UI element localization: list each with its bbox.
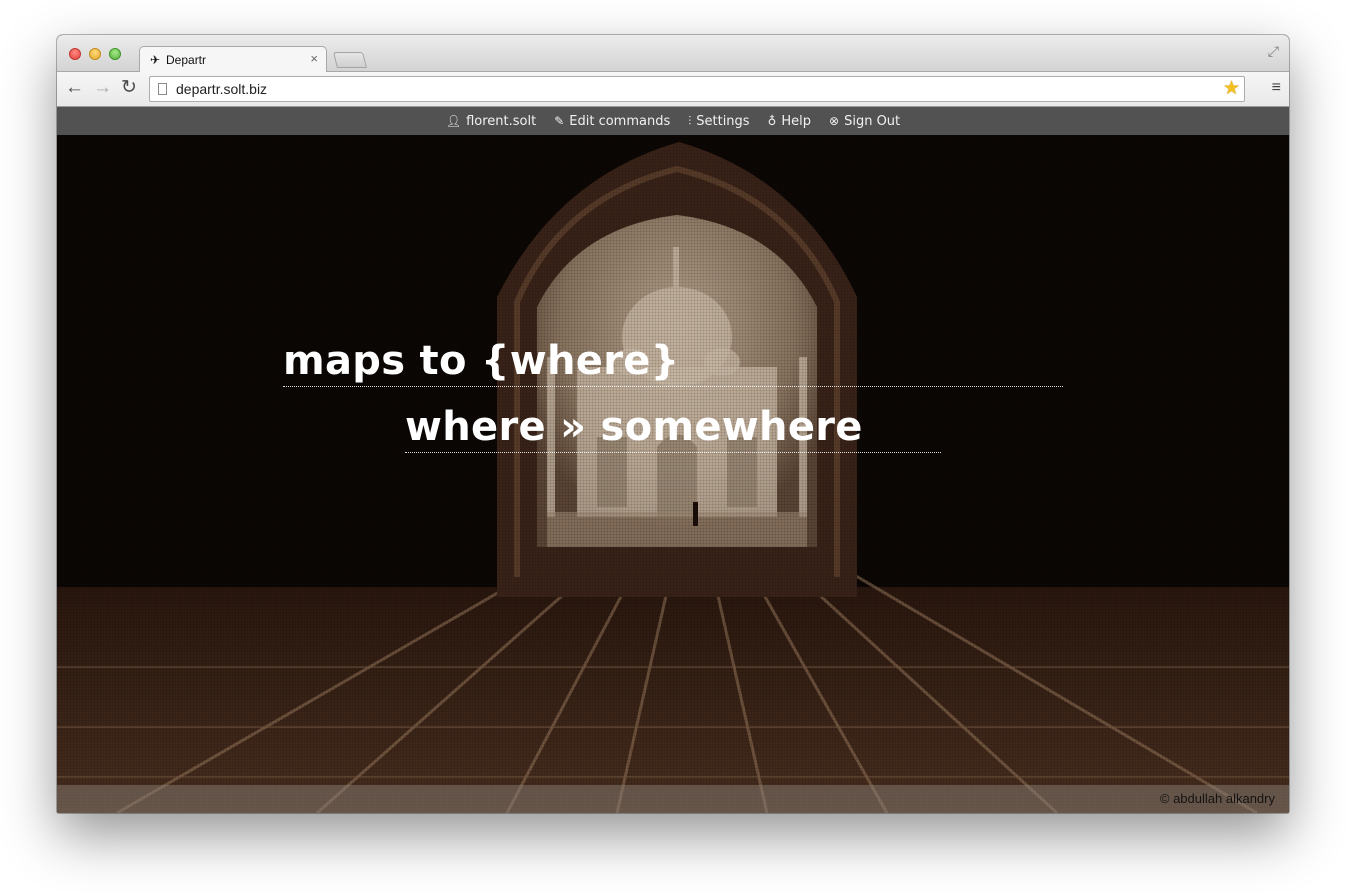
airplane-icon: ✈ [150, 53, 161, 67]
close-circle-icon: ⊗ [829, 114, 840, 128]
tab-departr[interactable]: ✈ Departr × [139, 46, 327, 73]
page-content: 👤︎ florent.solt ✎ Edit commands ⫶ Settin… [57, 107, 1289, 813]
tab-title: Departr [166, 53, 207, 67]
window-zoom-button[interactable] [109, 48, 121, 60]
menu-item-edit-commands[interactable]: ✎ Edit commands [554, 114, 670, 129]
footer-bar: © abdullah alkandry [57, 785, 1289, 813]
command-input-maps[interactable]: maps to {where} [283, 337, 1063, 387]
menu-item-user[interactable]: 👤︎ florent.solt [446, 114, 536, 129]
tab-strip: ✈ Departr × ⤢ [57, 35, 1289, 73]
tab-close-icon[interactable]: × [310, 51, 318, 66]
new-tab-button[interactable] [333, 52, 367, 68]
menu-item-edit-commands-label: Edit commands [569, 113, 671, 129]
browser-toolbar: ← → ↻ departr.solt.biz ★ ≡ [57, 72, 1289, 107]
command-input-where[interactable]: where » somewhere [405, 403, 941, 453]
photo-credit: © abdullah alkandry [1159, 791, 1275, 806]
menu-item-help[interactable]: ♁ Help [768, 114, 811, 129]
fullscreen-icon[interactable]: ⤢ [1268, 43, 1279, 60]
background-photo [57, 107, 1289, 813]
window-minimize-button[interactable] [89, 48, 101, 60]
menu-item-sign-out-label: Sign Out [844, 113, 901, 129]
pencil-icon: ✎ [554, 114, 565, 128]
bookmark-star-icon[interactable]: ★ [1223, 79, 1240, 99]
menu-icon[interactable]: ≡ [1272, 80, 1281, 96]
reload-icon[interactable]: ↻ [121, 78, 137, 98]
menu-item-settings[interactable]: ⫶ Settings [688, 114, 749, 129]
menu-item-help-label: Help [781, 113, 812, 129]
window-close-button[interactable] [69, 48, 81, 60]
sliders-icon: ⫶ [688, 113, 692, 128]
url-text[interactable]: departr.solt.biz [176, 82, 267, 97]
address-bar[interactable]: departr.solt.biz ★ [149, 76, 1245, 102]
forward-arrow-icon[interactable]: → [93, 78, 112, 98]
menu-item-settings-label: Settings [696, 113, 750, 129]
user-icon: 👤︎ [445, 114, 462, 128]
menu-item-sign-out[interactable]: ⊗ Sign Out [829, 114, 900, 129]
browser-window: ✈ Departr × ⤢ ← → ↻ departr.solt.biz ★ ≡ [57, 35, 1289, 813]
back-arrow-icon[interactable]: ← [65, 78, 84, 98]
pin-icon: ♁ [767, 114, 777, 128]
user-menu-bar: 👤︎ florent.solt ✎ Edit commands ⫶ Settin… [57, 107, 1289, 135]
menu-item-user-label: florent.solt [466, 113, 537, 129]
page-icon [158, 83, 167, 95]
